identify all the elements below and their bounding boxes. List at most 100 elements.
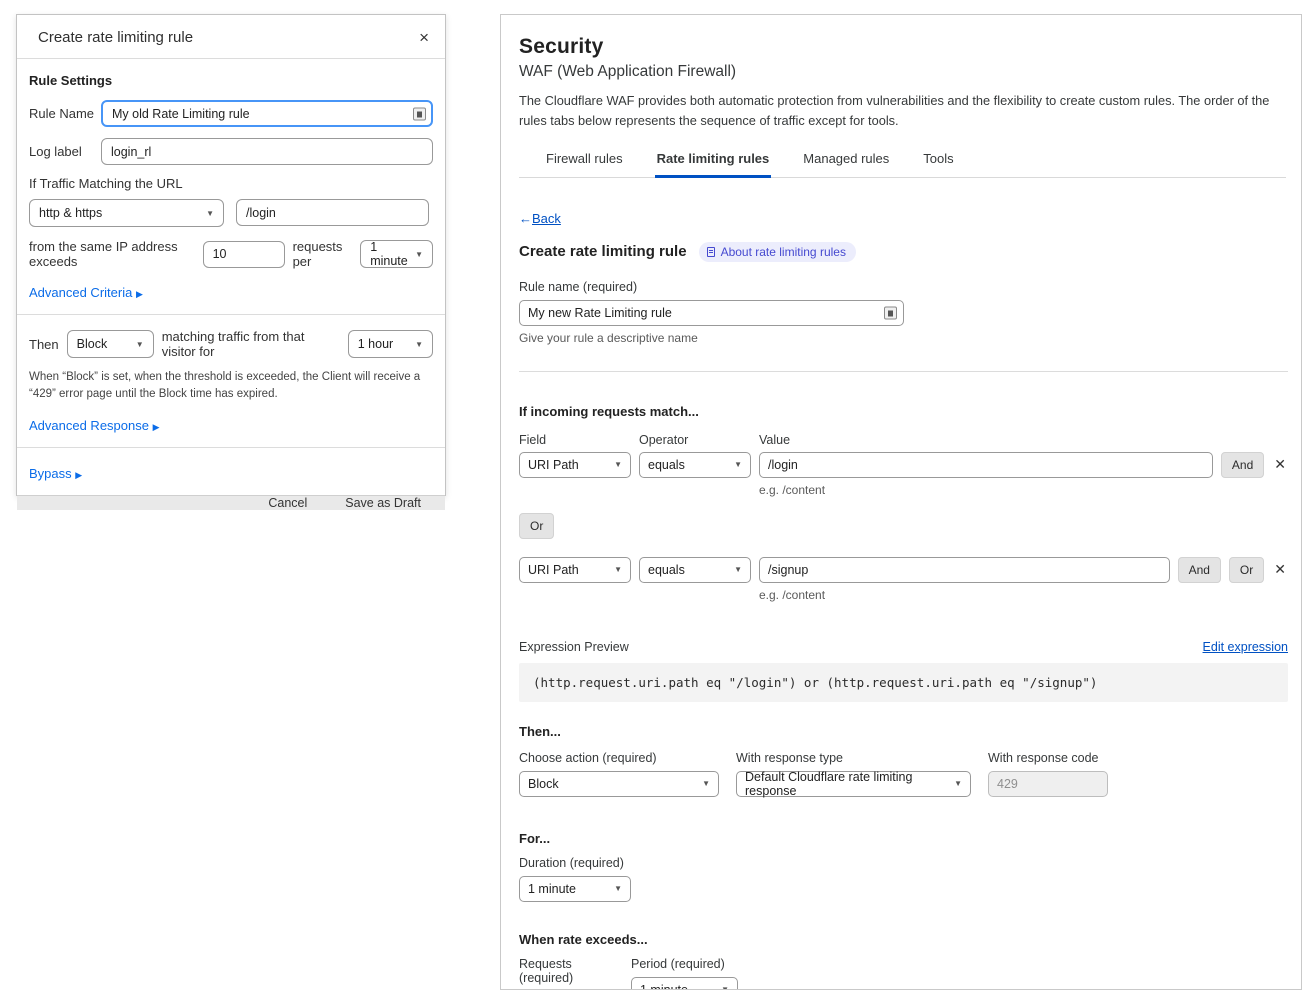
security-waf-panel: Security WAF (Web Application Firewall) … (500, 14, 1302, 990)
match-heading: If incoming requests match... (519, 404, 1286, 419)
chevron-down-icon: ▼ (136, 340, 144, 349)
chevron-down-icon: ▼ (734, 565, 742, 574)
url-pattern-input[interactable] (236, 199, 429, 226)
chevron-down-icon: ▼ (954, 779, 962, 788)
back-label: Back (532, 211, 561, 226)
duration-select[interactable]: 1 minute ▼ (519, 876, 631, 902)
back-link[interactable]: ←Back (519, 211, 561, 226)
edit-expression-link[interactable]: Edit expression (1203, 640, 1288, 654)
and-button[interactable]: And (1178, 557, 1221, 583)
period-select[interactable]: 1 minute ▼ (360, 240, 433, 268)
page-title: Security (519, 35, 1286, 59)
scheme-select[interactable]: http & https ▼ (29, 199, 224, 227)
block-note: When “Block” is set, when the threshold … (29, 369, 433, 404)
or-button[interactable]: Or (1229, 557, 1264, 583)
rate-period-value: 1 minute (640, 983, 688, 990)
doc-icon (707, 247, 715, 257)
or-button[interactable]: Or (519, 513, 554, 539)
chevron-down-icon: ▼ (415, 250, 423, 259)
tab-managed-rules[interactable]: Managed rules (801, 145, 891, 178)
operator-select-value: equals (648, 563, 685, 577)
operator-select[interactable]: equals ▼ (639, 557, 751, 583)
back-arrow-icon: ← (519, 211, 532, 226)
advanced-response-link[interactable]: Advanced Response ▶ (29, 418, 160, 433)
then-row: Then Block ▼ matching traffic from that … (29, 329, 433, 359)
expression-preview-label: Expression Preview (519, 640, 629, 654)
save-as-draft-button[interactable]: Save as Draft (345, 496, 421, 510)
advanced-criteria-label: Advanced Criteria (29, 285, 132, 300)
advanced-criteria-link[interactable]: Advanced Criteria ▶ (29, 285, 143, 300)
caret-right-icon: ▶ (136, 289, 143, 299)
threshold-row: from the same IP address exceeds request… (29, 239, 433, 269)
condition-row: URI Path ▼ equals ▼ And Or ✕ (519, 557, 1288, 583)
then-middle: matching traffic from that visitor for (162, 329, 340, 359)
rule-name-input[interactable] (101, 100, 433, 127)
value-helper: e.g. /content (759, 588, 1286, 602)
choose-action-label: Choose action (required) (519, 751, 719, 765)
tab-rate-limiting-rules[interactable]: Rate limiting rules (655, 145, 772, 178)
rule-name-helper: Give your rule a descriptive name (519, 331, 1286, 345)
and-button[interactable]: And (1221, 452, 1264, 478)
autofill-icon[interactable] (884, 306, 897, 319)
screen: Create rate limiting rule × Rule Setting… (0, 0, 1316, 1003)
bypass-link[interactable]: Bypass ▶ (29, 466, 82, 481)
response-type-value: Default Cloudflare rate limiting respons… (745, 770, 948, 798)
modal-title: Create rate limiting rule (38, 29, 193, 46)
rule-name-input[interactable] (519, 300, 904, 326)
chevron-down-icon: ▼ (721, 985, 729, 990)
page-subtitle: WAF (Web Application Firewall) (519, 63, 1286, 81)
threshold-middle: requests per (293, 239, 353, 269)
modal-body: Rule Settings Rule Name Log label If Tra… (17, 59, 445, 495)
block-duration-value: 1 hour (358, 337, 393, 351)
log-label-row: Log label (29, 138, 433, 165)
cancel-button[interactable]: Cancel (268, 496, 307, 510)
rule-settings-heading: Rule Settings (29, 73, 433, 88)
divider (17, 314, 445, 315)
rule-name-label: Rule Name (29, 106, 101, 121)
remove-condition-icon[interactable]: ✕ (1272, 456, 1288, 473)
autofill-icon[interactable] (413, 107, 426, 120)
value-helper: e.g. /content (759, 483, 1286, 497)
remove-condition-icon[interactable]: ✕ (1272, 561, 1288, 578)
advanced-response-label: Advanced Response (29, 418, 149, 433)
modal-footer: Cancel Save as Draft (17, 495, 445, 510)
expression-code: (http.request.uri.path eq "/login") or (… (519, 663, 1288, 702)
rule-name-label: Rule name (required) (519, 280, 1286, 294)
field-select[interactable]: URI Path ▼ (519, 452, 631, 478)
then-heading: Then... (519, 724, 1286, 739)
operator-label: Operator (639, 433, 751, 447)
field-select-value: URI Path (528, 458, 579, 472)
field-label: Field (519, 433, 631, 447)
field-select[interactable]: URI Path ▼ (519, 557, 631, 583)
caret-right-icon: ▶ (75, 470, 82, 480)
value-input[interactable] (759, 452, 1213, 478)
modal-header: Create rate limiting rule × (17, 15, 445, 59)
log-label-input[interactable] (101, 138, 433, 165)
tab-tools[interactable]: Tools (921, 145, 955, 178)
threshold-input[interactable] (203, 241, 285, 268)
response-type-label: With response type (736, 751, 971, 765)
response-code-input (988, 771, 1108, 797)
caret-right-icon: ▶ (153, 422, 160, 432)
field-select-value: URI Path (528, 563, 579, 577)
block-duration-select[interactable]: 1 hour ▼ (348, 330, 433, 358)
value-input[interactable] (759, 557, 1170, 583)
action-select[interactable]: Block ▼ (519, 771, 719, 797)
about-badge-label: About rate limiting rules (721, 245, 846, 259)
operator-select[interactable]: equals ▼ (639, 452, 751, 478)
period-select-value: 1 minute (370, 240, 409, 268)
duration-label: Duration (required) (519, 856, 1286, 870)
log-label-label: Log label (29, 144, 101, 159)
about-rate-limiting-badge[interactable]: About rate limiting rules (699, 242, 856, 262)
condition-labels: Field Operator Value (519, 433, 1286, 447)
scheme-select-value: http & https (39, 206, 102, 220)
action-select[interactable]: Block ▼ (67, 330, 154, 358)
close-icon[interactable]: × (419, 29, 429, 46)
then-label: Then (29, 337, 59, 352)
tab-firewall-rules[interactable]: Firewall rules (544, 145, 625, 178)
chevron-down-icon: ▼ (206, 209, 214, 218)
response-type-select[interactable]: Default Cloudflare rate limiting respons… (736, 771, 971, 797)
action-select-value: Block (528, 777, 559, 791)
period-label: Period (required) (631, 957, 738, 971)
rate-period-select[interactable]: 1 minute ▼ (631, 977, 738, 990)
